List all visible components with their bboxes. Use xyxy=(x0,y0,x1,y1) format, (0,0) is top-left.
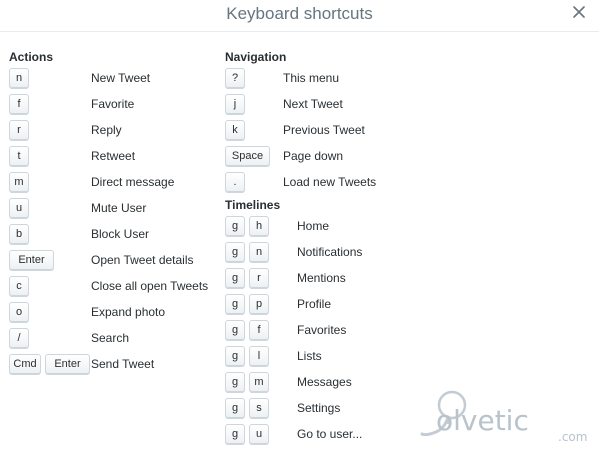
shortcut-description: Close all open Tweets xyxy=(91,279,209,293)
shortcut-description: Lists xyxy=(297,349,322,363)
shortcut-description: Retweet xyxy=(91,149,136,163)
key-cap: o xyxy=(9,302,29,322)
key-cap: g xyxy=(225,398,245,418)
key-cap: g xyxy=(225,372,245,392)
key-cap: f xyxy=(9,94,29,114)
shortcut-description: Next Tweet xyxy=(283,97,343,111)
watermark-text: olvetic xyxy=(436,404,529,437)
shortcut-description: Favorites xyxy=(297,323,347,337)
shortcut-description: Profile xyxy=(297,297,332,311)
key-cap: c xyxy=(9,276,29,296)
shortcut-description: Reply xyxy=(91,123,122,137)
shortcut-description: Favorite xyxy=(91,97,135,111)
key-cap: m xyxy=(249,372,269,392)
shortcut-description: Notifications xyxy=(297,245,363,259)
shortcut-description: Previous Tweet xyxy=(283,123,365,137)
key-cap: g xyxy=(225,216,245,236)
key-cap: k xyxy=(225,120,245,140)
shortcut-description: Page down xyxy=(283,149,344,163)
shortcut-row: g n Notifications xyxy=(225,242,525,264)
key-cap: Cmd xyxy=(9,354,41,374)
shortcut-description: Open Tweet details xyxy=(91,253,194,267)
shortcut-description: New Tweet xyxy=(91,71,151,85)
shortcut-description: Direct message xyxy=(91,175,175,189)
shortcut-description: This menu xyxy=(283,71,340,85)
shortcut-description: Load new Tweets xyxy=(283,175,377,189)
key-cap: m xyxy=(9,172,29,192)
key-cap: b xyxy=(9,224,29,244)
shortcut-description: Mentions xyxy=(297,271,346,285)
key-cap: j xyxy=(225,94,245,114)
key-cap: g xyxy=(225,242,245,262)
shortcut-description: Mute User xyxy=(91,201,147,215)
key-cap: l xyxy=(249,346,269,366)
key-cap: s xyxy=(249,398,269,418)
solvetic-watermark: olvetic .com xyxy=(412,388,596,452)
key-cap: Enter xyxy=(9,250,54,270)
watermark-suffix: .com xyxy=(558,430,588,444)
close-icon[interactable] xyxy=(571,4,587,20)
key-cap: Enter xyxy=(45,354,90,374)
shortcut-description: Expand photo xyxy=(91,305,166,319)
dialog-header: Keyboard shortcuts xyxy=(0,0,599,32)
shortcut-description: Block User xyxy=(91,227,150,241)
navigation-heading: Navigation xyxy=(225,50,287,64)
shortcut-row: ? This menu xyxy=(225,68,525,90)
key-cap: g xyxy=(225,268,245,288)
shortcut-row: Space Page down xyxy=(225,146,525,168)
shortcut-row: . Load new Tweets xyxy=(225,172,525,194)
key-cap: u xyxy=(249,424,269,444)
key-cap: g xyxy=(225,320,245,340)
key-cap: u xyxy=(9,198,29,218)
shortcut-description: Send Tweet xyxy=(91,357,155,371)
key-cap: . xyxy=(225,172,245,192)
shortcut-row: j Next Tweet xyxy=(225,94,525,116)
keyboard-shortcuts-dialog: Keyboard shortcuts Actions Navigation Ti… xyxy=(0,0,599,459)
key-cap: / xyxy=(9,328,29,348)
shortcut-description: Settings xyxy=(297,401,341,415)
key-cap: r xyxy=(9,120,29,140)
key-cap: Space xyxy=(225,146,270,166)
actions-heading: Actions xyxy=(9,50,54,64)
key-cap: p xyxy=(249,294,269,314)
shortcut-row: g f Favorites xyxy=(225,320,525,342)
key-cap: n xyxy=(9,68,29,88)
dialog-title: Keyboard shortcuts xyxy=(226,4,373,23)
key-cap: n xyxy=(249,242,269,262)
shortcut-row: g p Profile xyxy=(225,294,525,316)
shortcut-row: k Previous Tweet xyxy=(225,120,525,142)
shortcut-row: g h Home xyxy=(225,216,525,238)
shortcut-description: Search xyxy=(91,331,130,345)
key-cap: r xyxy=(249,268,269,288)
key-cap: g xyxy=(225,346,245,366)
key-cap: t xyxy=(9,146,29,166)
shortcut-description: Go to user... xyxy=(297,427,363,441)
key-cap: g xyxy=(225,424,245,444)
shortcut-row: g l Lists xyxy=(225,346,525,368)
shortcut-description: Messages xyxy=(297,375,352,389)
shortcut-description: Home xyxy=(297,219,330,233)
key-cap: g xyxy=(225,294,245,314)
shortcut-row: g r Mentions xyxy=(225,268,525,290)
key-cap: h xyxy=(249,216,269,236)
key-cap: f xyxy=(249,320,269,340)
key-cap: ? xyxy=(225,68,245,88)
